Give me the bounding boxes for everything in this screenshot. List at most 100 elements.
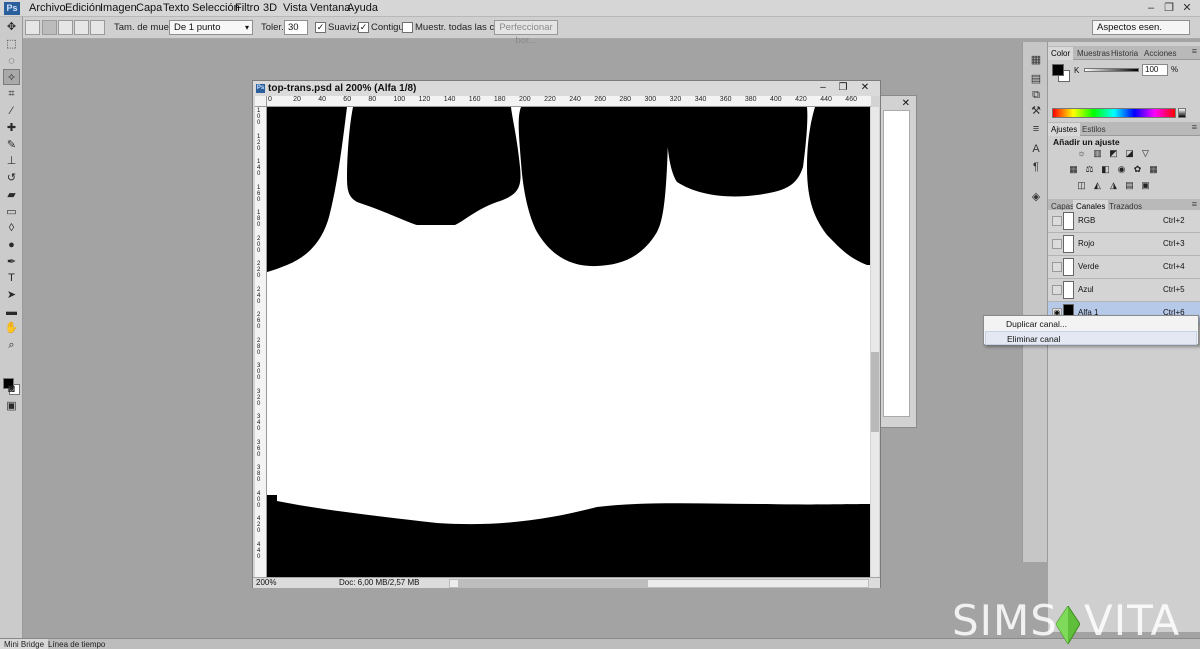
panel-menu-icon[interactable]: ≡ xyxy=(1192,122,1197,132)
close-icon[interactable]: ✕ xyxy=(902,98,910,109)
type-tool-icon[interactable]: T xyxy=(3,270,20,286)
healing-brush-icon[interactable]: ✚ xyxy=(3,120,20,136)
duplicate-channel-item[interactable]: Duplicar canal... xyxy=(985,317,1197,331)
menu-vista[interactable]: Vista xyxy=(283,2,307,14)
pen-tool-icon[interactable]: ✒ xyxy=(3,254,20,270)
tab-mini-bridge[interactable]: Mini Bridge xyxy=(0,639,49,649)
path-selection-icon[interactable]: ➤ xyxy=(3,287,20,303)
channel-row[interactable]: Verde Ctrl+4 xyxy=(1048,256,1200,279)
menu-texto[interactable]: Texto xyxy=(163,2,189,14)
invert-icon[interactable]: ◫ xyxy=(1076,180,1087,191)
k-slider[interactable] xyxy=(1084,68,1139,72)
horizontal-scroll-thumb[interactable] xyxy=(458,580,648,587)
color-panel-foreground-swatch[interactable] xyxy=(1052,64,1064,76)
mini-bridge-icon[interactable]: ▦ xyxy=(1029,53,1043,67)
ruler-corner[interactable] xyxy=(255,96,267,107)
vertical-scroll-thumb[interactable] xyxy=(871,352,879,432)
tab-ajustes[interactable]: Ajustes xyxy=(1048,123,1081,136)
add-selection-icon[interactable] xyxy=(58,20,73,35)
screen-mode-icon[interactable]: ▣ xyxy=(3,398,20,414)
lasso-tool-icon[interactable]: ◌ xyxy=(3,53,20,69)
blur-tool-icon[interactable]: ◊ xyxy=(3,220,20,236)
hue-saturation-icon[interactable]: ▦ xyxy=(1068,164,1079,175)
menu-imagen[interactable]: Imagen xyxy=(100,2,137,14)
levels-icon[interactable]: ▥ xyxy=(1092,148,1103,159)
refine-edge-button[interactable]: Perfeccionar bor... xyxy=(494,20,558,46)
tab-timeline[interactable]: Línea de tiempo xyxy=(44,639,109,649)
visibility-toggle[interactable] xyxy=(1052,216,1062,226)
threshold-icon[interactable]: ◮ xyxy=(1108,180,1119,191)
antialias-checkbox[interactable]: ✓ xyxy=(315,22,326,33)
history-icon[interactable]: ▤ xyxy=(1029,72,1043,86)
doc-minimize-button[interactable]: – xyxy=(814,82,832,94)
workspace-switcher[interactable]: Aspectos esen. xyxy=(1092,20,1190,35)
eyedropper-tool-icon[interactable]: ⁄ xyxy=(3,103,20,119)
rectangle-tool-icon[interactable]: ▬ xyxy=(3,304,20,320)
k-value-input[interactable]: 100 xyxy=(1142,64,1168,76)
character-icon[interactable]: A xyxy=(1029,142,1043,156)
color-spectrum-ramp[interactable] xyxy=(1052,108,1176,118)
menu-archivo[interactable]: Archivo xyxy=(29,2,66,14)
contiguous-checkbox[interactable]: ✓ xyxy=(358,22,369,33)
intersect-selection-icon[interactable] xyxy=(90,20,105,35)
menu-ventana[interactable]: Ventana xyxy=(310,2,350,14)
3d-icon[interactable]: ◈ xyxy=(1029,190,1043,204)
background-document-window[interactable]: ✕ xyxy=(878,95,917,428)
clone-stamp-icon[interactable]: ⊥ xyxy=(3,153,20,169)
tab-acciones[interactable]: Acciones xyxy=(1141,47,1179,60)
document-canvas[interactable] xyxy=(267,107,870,577)
tolerance-input[interactable]: 30 xyxy=(284,20,308,35)
tool-presets-icon[interactable]: ⚒ xyxy=(1029,104,1043,118)
doc-restore-button[interactable]: ❐ xyxy=(834,82,852,94)
restore-button[interactable]: ❐ xyxy=(1162,1,1176,15)
quick-mask-icon[interactable]: ◙ xyxy=(3,381,20,397)
tab-estilos[interactable]: Estilos xyxy=(1079,123,1109,136)
zoom-level[interactable]: 200% xyxy=(256,578,276,587)
vibrance-icon[interactable]: ▽ xyxy=(1140,148,1151,159)
photo-filter-icon[interactable]: ◉ xyxy=(1116,164,1127,175)
zoom-tool-icon[interactable]: ⌕ xyxy=(3,337,20,353)
subtract-selection-icon[interactable] xyxy=(74,20,89,35)
marquee-tool-icon[interactable]: ⬚ xyxy=(3,36,20,52)
sample-all-layers-checkbox[interactable] xyxy=(402,22,413,33)
color-balance-icon[interactable]: ⚖ xyxy=(1084,164,1095,175)
grayscale-ramp[interactable] xyxy=(1178,108,1186,118)
hand-tool-icon[interactable]: ✋ xyxy=(3,320,20,336)
channel-row[interactable]: RGB Ctrl+2 xyxy=(1048,210,1200,233)
dodge-tool-icon[interactable]: ● xyxy=(3,237,20,253)
visibility-toggle[interactable] xyxy=(1052,239,1062,249)
vertical-ruler[interactable]: 1 0 0 1 2 0 1 4 0 1 6 0 1 8 0 2 0 0 2 2 0 2 4 0… xyxy=(255,107,267,577)
delete-channel-item[interactable]: Eliminar canal xyxy=(985,331,1197,345)
paragraph-icon[interactable]: ¶ xyxy=(1029,160,1043,174)
menu-3d[interactable]: 3D xyxy=(263,2,277,14)
menu-edicion[interactable]: Edición xyxy=(65,2,101,14)
visibility-toggle[interactable] xyxy=(1052,262,1062,272)
menu-ayuda[interactable]: Ayuda xyxy=(347,2,378,14)
menu-capa[interactable]: Capa xyxy=(136,2,162,14)
document-info[interactable]: Doc: 6,00 MB/2,57 MB xyxy=(339,578,419,587)
exposure-icon[interactable]: ◪ xyxy=(1124,148,1135,159)
tab-historia[interactable]: Historia xyxy=(1108,47,1141,60)
brush-panel-icon[interactable]: ≡ xyxy=(1029,122,1043,136)
visibility-toggle[interactable] xyxy=(1052,285,1062,295)
move-tool-icon[interactable]: ✥ xyxy=(3,19,20,35)
minimize-button[interactable]: – xyxy=(1144,1,1158,15)
menu-seleccion[interactable]: Selección xyxy=(192,2,240,14)
history-brush-icon[interactable]: ↺ xyxy=(3,170,20,186)
horizontal-scrollbar[interactable] xyxy=(449,579,869,588)
document-title-bar[interactable]: Ps top-trans.psd al 200% (Alfa 1/8) – ❐ … xyxy=(253,81,880,96)
channel-row[interactable]: Azul Ctrl+5 xyxy=(1048,279,1200,302)
tab-color[interactable]: Color xyxy=(1048,47,1074,60)
magic-wand-tool-preset-icon[interactable] xyxy=(25,20,40,35)
new-selection-icon[interactable] xyxy=(42,20,57,35)
close-button[interactable]: ✕ xyxy=(1180,1,1194,15)
channel-mixer-icon[interactable]: ✿ xyxy=(1132,164,1143,175)
curves-icon[interactable]: ◩ xyxy=(1108,148,1119,159)
horizontal-ruler[interactable]: 0 20 40 60 80 100 120 140 160 180 200 220 240 260 280 3… xyxy=(267,96,871,107)
brush-presets-icon[interactable]: ⧉ xyxy=(1029,88,1043,102)
brightness-icon[interactable]: ☼ xyxy=(1076,148,1087,159)
menu-filtro[interactable]: Filtro xyxy=(235,2,259,14)
eraser-tool-icon[interactable]: ▰ xyxy=(3,187,20,203)
doc-close-button[interactable]: ✕ xyxy=(856,82,874,94)
gradient-tool-icon[interactable]: ▭ xyxy=(3,204,20,220)
